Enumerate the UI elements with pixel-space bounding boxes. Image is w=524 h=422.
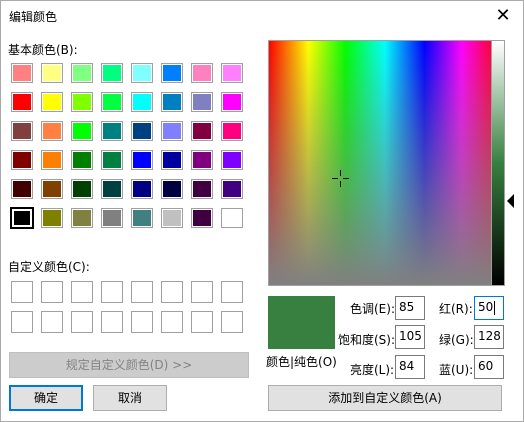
custom-color-swatch[interactable]	[41, 311, 63, 333]
basic-color-swatch[interactable]	[131, 208, 153, 228]
red-field[interactable]: 50	[474, 296, 504, 320]
blue-field[interactable]: 60	[474, 355, 504, 379]
add-to-custom-colors-button[interactable]: 添加到自定义颜色(A)	[268, 385, 502, 411]
basic-color-swatch[interactable]	[221, 121, 243, 141]
basic-color-swatch[interactable]	[191, 92, 213, 112]
basic-color-swatch[interactable]	[101, 150, 123, 170]
close-icon[interactable]: ✕	[489, 3, 517, 29]
lum-label: 亮度(L):	[350, 363, 395, 377]
basic-colors-label: 基本颜色(B):	[8, 43, 78, 57]
basic-color-swatch[interactable]	[101, 92, 123, 112]
red-value: 50	[478, 300, 494, 314]
basic-color-swatch[interactable]	[41, 92, 63, 112]
hue-field[interactable]: 85	[395, 296, 425, 320]
luminance-pointer-icon[interactable]	[507, 194, 514, 208]
basic-color-swatch[interactable]	[191, 208, 213, 228]
custom-color-swatch[interactable]	[131, 281, 153, 303]
lum-field[interactable]: 84	[395, 355, 425, 379]
sat-label: 饱和度(S):	[338, 333, 396, 347]
basic-color-swatch[interactable]	[41, 121, 63, 141]
hue-label: 色调(E):	[350, 302, 395, 316]
basic-color-swatch[interactable]	[131, 150, 153, 170]
custom-color-swatch[interactable]	[11, 281, 33, 303]
basic-color-swatch[interactable]	[101, 63, 123, 83]
red-label: 红(R):	[439, 302, 473, 316]
color-spectrum[interactable]	[268, 40, 502, 286]
custom-color-swatch[interactable]	[191, 311, 213, 333]
basic-color-swatch[interactable]	[191, 63, 213, 83]
basic-color-swatch[interactable]	[101, 121, 123, 141]
basic-color-swatch[interactable]	[11, 150, 33, 170]
custom-color-swatch[interactable]	[221, 311, 243, 333]
custom-color-swatch[interactable]	[11, 311, 33, 333]
sat-field[interactable]: 105	[395, 325, 425, 349]
basic-color-swatch[interactable]	[11, 92, 33, 112]
green-field[interactable]: 128	[474, 325, 504, 349]
title-bar: 编辑颜色 ✕	[1, 1, 523, 31]
basic-color-swatch[interactable]	[101, 208, 123, 228]
basic-color-swatch[interactable]	[41, 179, 63, 199]
custom-color-swatch[interactable]	[101, 311, 123, 333]
basic-color-swatch[interactable]	[11, 121, 33, 141]
basic-color-swatch[interactable]	[221, 208, 243, 228]
custom-color-swatch[interactable]	[41, 281, 63, 303]
basic-color-swatch[interactable]	[101, 179, 123, 199]
custom-color-swatch[interactable]	[71, 311, 93, 333]
color-preview	[268, 296, 335, 349]
basic-color-swatch[interactable]	[71, 121, 93, 141]
basic-color-swatch[interactable]	[131, 179, 153, 199]
basic-color-swatch[interactable]	[221, 179, 243, 199]
custom-color-swatch[interactable]	[131, 311, 153, 333]
basic-color-swatch[interactable]	[131, 92, 153, 112]
basic-color-swatch[interactable]	[11, 179, 33, 199]
define-custom-colors-button[interactable]: 规定自定义颜色(D) >>	[9, 352, 249, 378]
custom-color-swatch[interactable]	[221, 281, 243, 303]
basic-color-swatch[interactable]	[71, 92, 93, 112]
green-label: 绿(G):	[439, 333, 474, 347]
basic-color-swatch[interactable]	[41, 208, 63, 228]
basic-color-swatch[interactable]	[41, 150, 63, 170]
basic-color-swatch[interactable]	[221, 150, 243, 170]
basic-color-swatch[interactable]	[161, 63, 183, 83]
basic-color-swatch[interactable]	[191, 150, 213, 170]
basic-color-swatch[interactable]	[11, 208, 33, 228]
basic-color-swatch[interactable]	[71, 179, 93, 199]
window-title: 编辑颜色	[9, 10, 58, 24]
luminance-slider[interactable]	[491, 40, 505, 286]
custom-color-swatch[interactable]	[101, 281, 123, 303]
blue-label: 蓝(U):	[439, 363, 474, 377]
custom-color-swatch[interactable]	[161, 281, 183, 303]
basic-color-swatch[interactable]	[161, 179, 183, 199]
cancel-button[interactable]: 取消	[93, 385, 167, 411]
custom-color-swatch[interactable]	[191, 281, 213, 303]
basic-color-swatch[interactable]	[71, 63, 93, 83]
color-solid-label: 颜色|纯色(O)	[266, 355, 337, 369]
basic-color-swatch[interactable]	[221, 92, 243, 112]
basic-color-swatch[interactable]	[191, 121, 213, 141]
basic-color-swatch[interactable]	[221, 63, 243, 83]
text-caret	[494, 300, 496, 315]
basic-color-swatch[interactable]	[191, 179, 213, 199]
basic-color-swatch[interactable]	[161, 150, 183, 170]
ok-button[interactable]: 确定	[9, 385, 83, 411]
basic-color-swatch[interactable]	[161, 121, 183, 141]
basic-color-swatch[interactable]	[71, 150, 93, 170]
basic-color-swatch[interactable]	[11, 63, 33, 83]
basic-color-swatch[interactable]	[161, 208, 183, 228]
basic-color-swatch[interactable]	[161, 92, 183, 112]
basic-color-swatch[interactable]	[131, 63, 153, 83]
custom-colors-label: 自定义颜色(C):	[8, 260, 90, 274]
basic-color-swatch[interactable]	[41, 63, 63, 83]
custom-color-swatch[interactable]	[71, 281, 93, 303]
basic-color-swatch[interactable]	[71, 208, 93, 228]
crosshair-icon[interactable]	[332, 170, 349, 187]
basic-color-swatch[interactable]	[131, 121, 153, 141]
custom-color-swatch[interactable]	[161, 311, 183, 333]
